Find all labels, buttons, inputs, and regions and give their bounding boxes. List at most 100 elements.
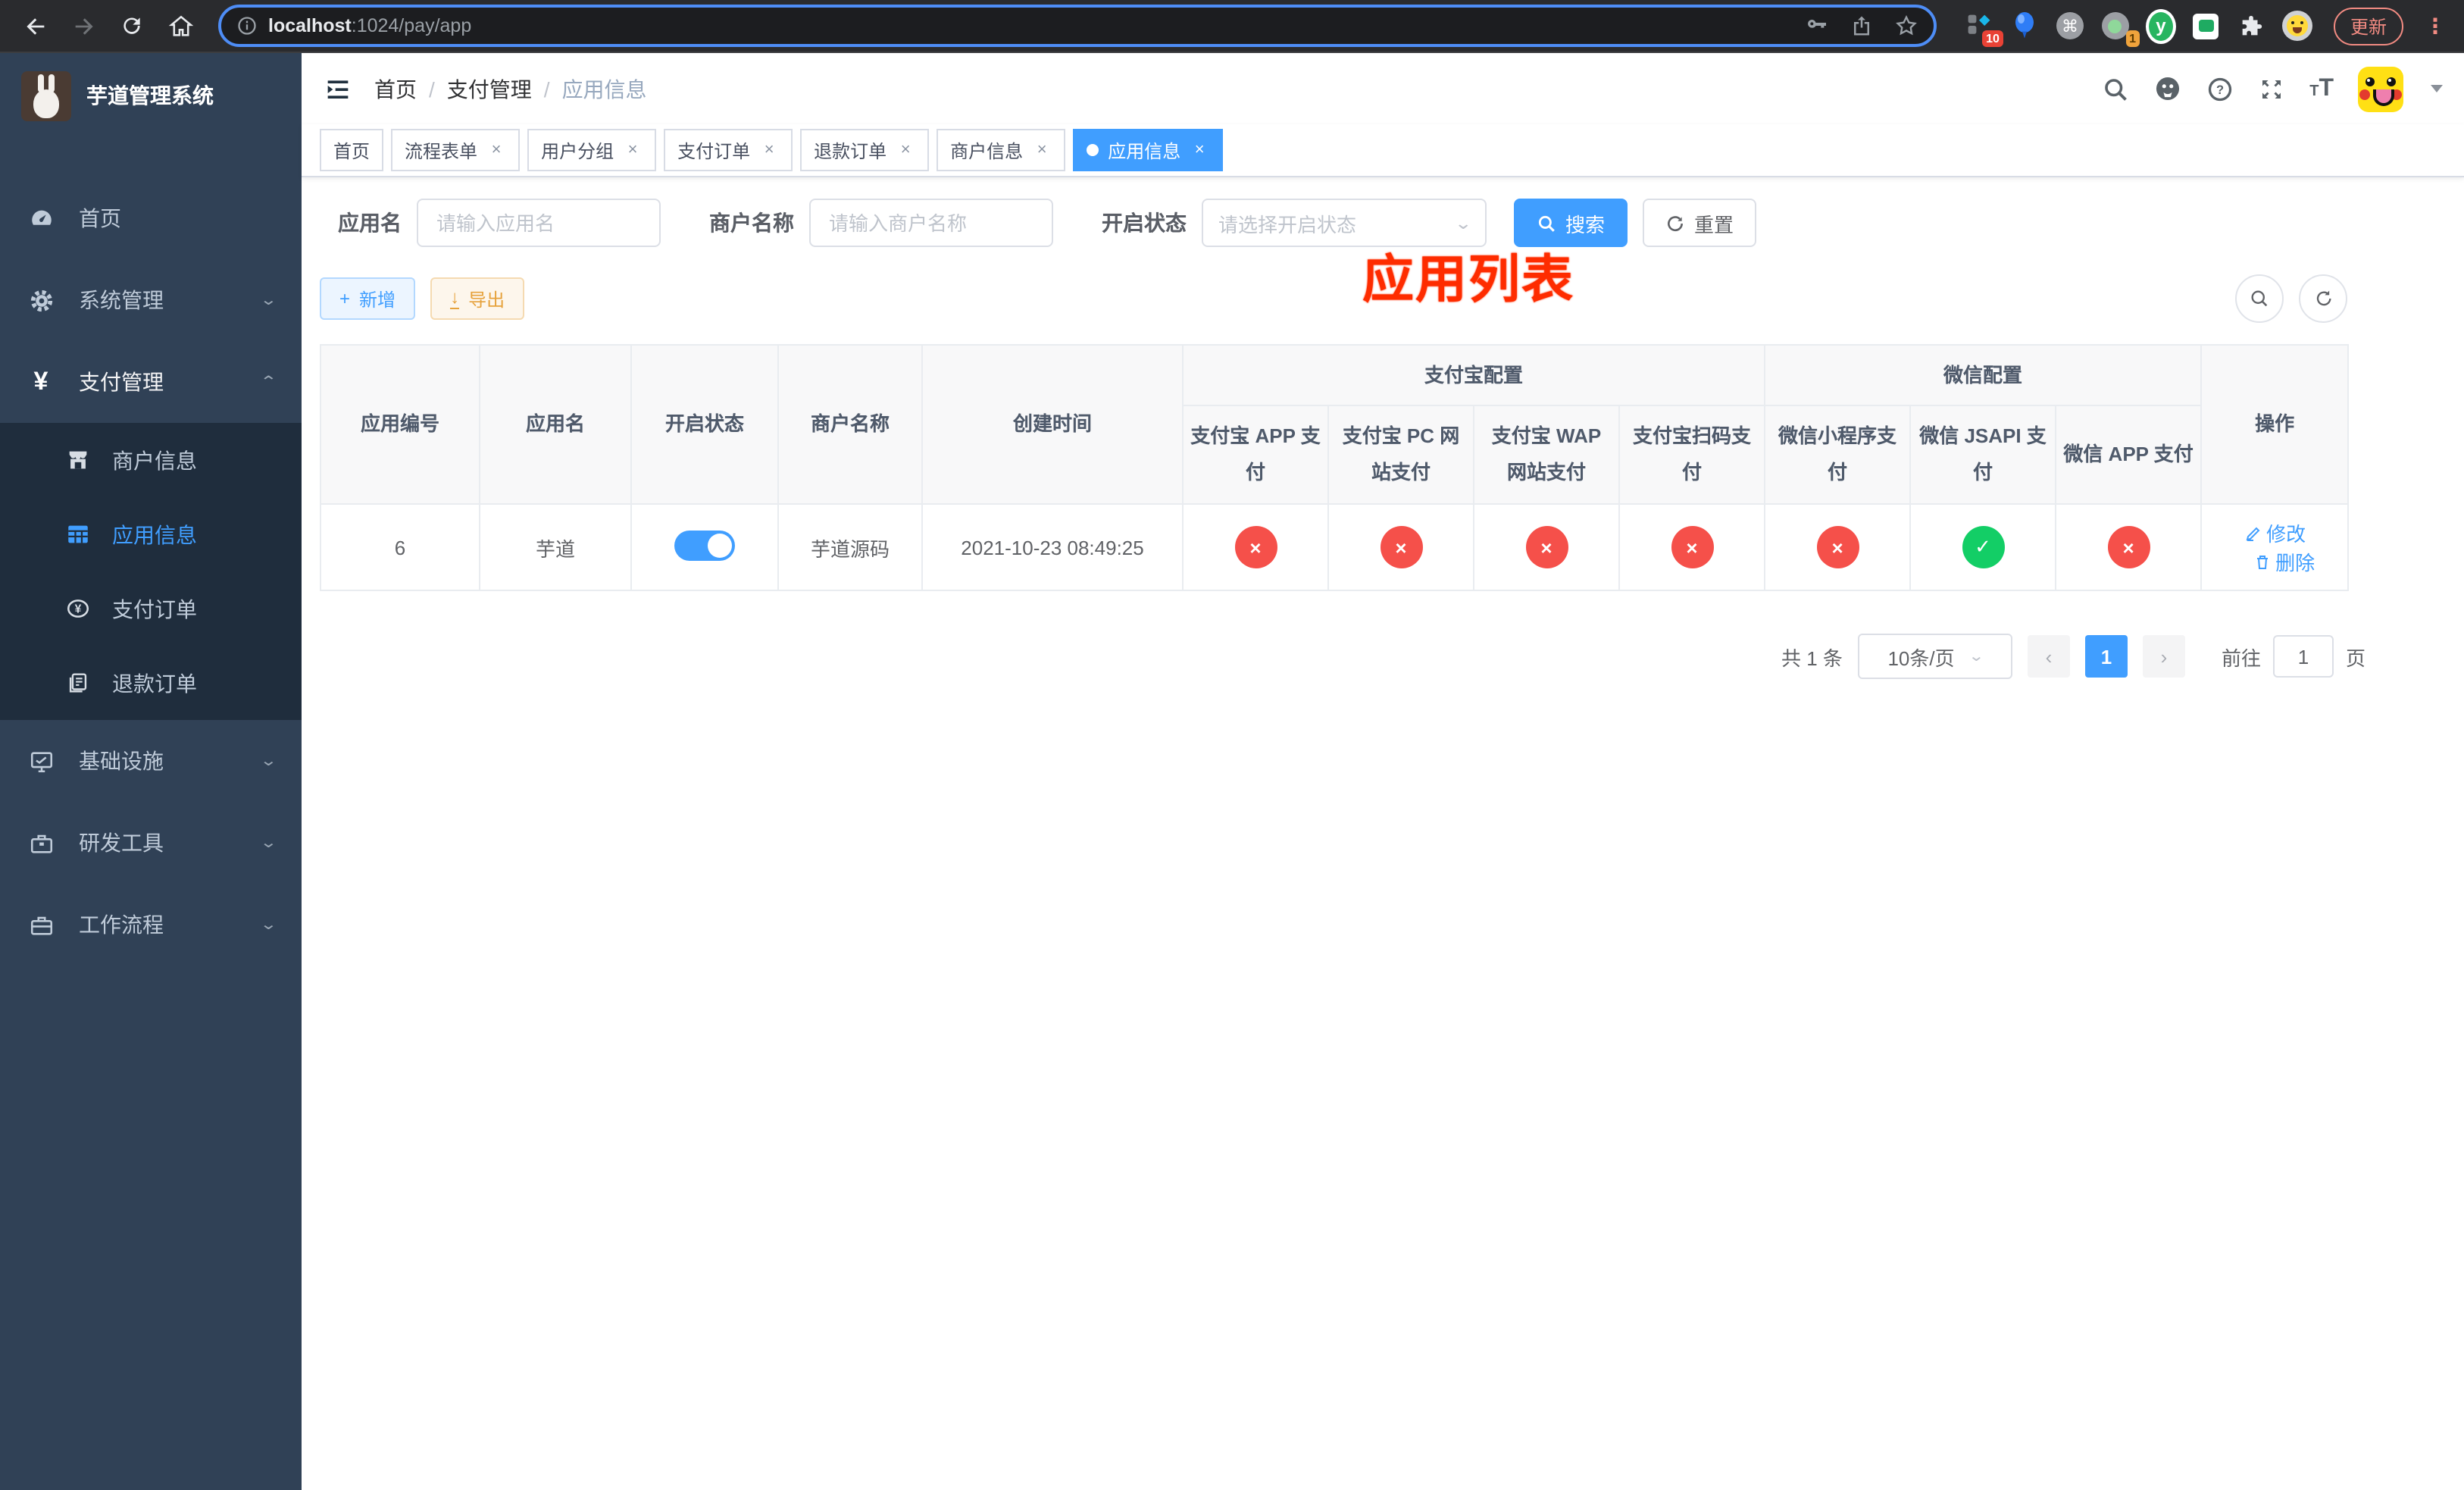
breadcrumb-pay[interactable]: 支付管理: [447, 74, 532, 104]
breadcrumb-home[interactable]: 首页: [374, 74, 417, 104]
chevron-up-icon: ⌃: [258, 374, 277, 390]
page-size-select[interactable]: 10条/页 ⌄: [1857, 634, 2012, 679]
export-button[interactable]: ↓ 导出: [430, 277, 525, 320]
tag-refund-order[interactable]: 退款订单 ×: [800, 129, 930, 171]
tag-pay-order[interactable]: 支付订单 ×: [664, 129, 793, 171]
collapse-sidebar-icon[interactable]: [323, 74, 353, 104]
share-icon[interactable]: [1850, 14, 1873, 38]
monitor-icon: [27, 747, 55, 775]
tags-view-bar: 首页 流程表单 × 用户分组 × 支付订单 × 退款订单 × 商户信息 × 应用信息 ×: [302, 124, 2464, 177]
app-name-input[interactable]: [417, 199, 661, 247]
sidebar-item-refund-order[interactable]: 退款订单: [0, 646, 302, 720]
password-key-icon[interactable]: [1805, 14, 1829, 38]
cell-merchant: 芋道源码: [777, 503, 923, 591]
enabled-toggle[interactable]: [674, 530, 735, 560]
page-1-button[interactable]: 1: [2084, 635, 2128, 678]
tag-merchant-info[interactable]: 商户信息 ×: [937, 129, 1066, 171]
tag-home[interactable]: 首页: [320, 129, 384, 171]
sidebar-item-merchant-info[interactable]: 商户信息: [0, 423, 302, 497]
next-page-button[interactable]: ›: [2142, 635, 2185, 678]
sidebar-logo[interactable]: 芋道管理系统: [0, 53, 302, 138]
fullscreen-icon[interactable]: [2258, 75, 2285, 102]
chevron-down-icon: ⌄: [258, 834, 277, 851]
refresh-table-button[interactable]: [2299, 274, 2347, 323]
edit-pen-icon: [2245, 526, 2259, 540]
forward-icon[interactable]: [64, 6, 103, 45]
sidebar-item-app-info[interactable]: 应用信息: [0, 497, 302, 571]
help-icon[interactable]: ?: [2206, 75, 2234, 102]
profile-avatar-icon[interactable]: [2281, 11, 2312, 41]
sidebar-item-workflow[interactable]: 工作流程 ⌄: [0, 884, 302, 966]
search-icon[interactable]: [2102, 75, 2129, 102]
col-actions: 操作: [2200, 344, 2350, 505]
col-wx-jsapi: 微信 JSAPI 支付: [1909, 405, 2057, 505]
bookmark-star-icon[interactable]: [1894, 14, 1918, 38]
prev-page-button[interactable]: ‹: [2027, 635, 2070, 678]
store-icon: [64, 446, 91, 474]
url-text: localhost:1024/pay/app: [268, 15, 471, 36]
delete-link[interactable]: 删除: [2253, 547, 2315, 576]
extension-y-icon[interactable]: y: [2145, 8, 2176, 43]
goto-page-input[interactable]: [2272, 635, 2334, 678]
extensions-area: 10 ⌘ 1 y 更新 ⋮: [1955, 7, 2449, 47]
close-icon[interactable]: ×: [759, 140, 779, 160]
home-icon[interactable]: [161, 6, 200, 45]
col-group-wechat: 微信配置: [1764, 344, 2203, 406]
close-icon[interactable]: ×: [1190, 140, 1209, 160]
sidebar-item-system[interactable]: 系统管理 ⌄: [0, 259, 302, 341]
close-icon[interactable]: ×: [486, 140, 506, 160]
close-icon[interactable]: ×: [896, 140, 915, 160]
toggle-search-button[interactable]: [2235, 274, 2284, 323]
sidebar-item-devtools[interactable]: 研发工具 ⌄: [0, 802, 302, 884]
chevron-down-icon: ⌄: [258, 753, 277, 769]
sidebar-item-pay[interactable]: ¥ 支付管理 ⌃: [0, 341, 302, 423]
search-icon: [1538, 214, 1555, 231]
extension-grid-icon[interactable]: 10: [1964, 11, 2003, 47]
tag-user-group[interactable]: 用户分组 ×: [527, 129, 657, 171]
col-app-id: 应用编号: [320, 344, 480, 505]
table-grid-icon: [64, 521, 91, 548]
extension-meet-icon[interactable]: 1: [2100, 11, 2140, 47]
extensions-puzzle-icon[interactable]: [2237, 11, 2267, 41]
chrome-update-button[interactable]: 更新: [2333, 7, 2403, 45]
pagination: 共 1 条 10条/页 ⌄ ‹ 1 › 前往 页: [320, 634, 2366, 679]
reload-icon[interactable]: [112, 6, 152, 45]
chevron-down-icon: ⌄: [1453, 214, 1472, 233]
tag-process-form[interactable]: 流程表单 ×: [391, 129, 521, 171]
download-icon: ↓: [450, 286, 460, 309]
github-icon[interactable]: [2153, 74, 2182, 103]
extension-command-icon[interactable]: ⌘: [2055, 11, 2085, 41]
page-content: 应用名 商户名称 开启状态 请选择开启状态 ⌄ 搜索 重置: [302, 177, 2464, 1490]
edit-link[interactable]: 修改: [2244, 518, 2306, 547]
briefcase-icon: [27, 911, 55, 938]
url-bar[interactable]: localhost:1024/pay/app: [218, 5, 1937, 47]
sidebar-item-pay-order[interactable]: ¥ 支付订单: [0, 571, 302, 646]
reset-button[interactable]: 重置: [1643, 199, 1757, 247]
user-avatar[interactable]: [2358, 66, 2403, 111]
close-icon[interactable]: ×: [1032, 140, 1052, 160]
extension-balloon-icon[interactable]: [2009, 11, 2040, 41]
extension-badge: 10: [1982, 30, 2003, 47]
back-icon[interactable]: [15, 6, 55, 45]
wx-lite-status-icon: ×: [1816, 526, 1859, 568]
site-info-icon[interactable]: [236, 15, 258, 36]
sidebar-item-home[interactable]: 首页: [0, 177, 302, 259]
refresh-icon: [1668, 215, 1683, 231]
yen-circle-icon: ¥: [64, 595, 91, 622]
close-icon[interactable]: ×: [623, 140, 643, 160]
chrome-menu-icon[interactable]: ⋮: [2425, 13, 2446, 39]
font-size-icon[interactable]: TT: [2309, 75, 2334, 102]
merchant-name-input[interactable]: [809, 199, 1053, 247]
col-alipay-qr: 支付宝扫码支付: [1618, 405, 1766, 505]
svg-text:?: ?: [2216, 83, 2224, 96]
col-group-alipay: 支付宝配置: [1181, 344, 1766, 406]
sidebar-item-infra[interactable]: 基础设施 ⌄: [0, 720, 302, 802]
avatar-caret-icon[interactable]: [2431, 85, 2443, 92]
extension-chat-icon[interactable]: [2191, 11, 2222, 41]
tag-app-info[interactable]: 应用信息 ×: [1073, 129, 1224, 171]
extension-badge: 1: [2125, 30, 2140, 47]
app-name-label: 应用名: [338, 211, 402, 235]
plus-icon: +: [339, 288, 351, 309]
add-button[interactable]: + 新增: [320, 277, 416, 320]
breadcrumb-current: 应用信息: [561, 77, 647, 101]
